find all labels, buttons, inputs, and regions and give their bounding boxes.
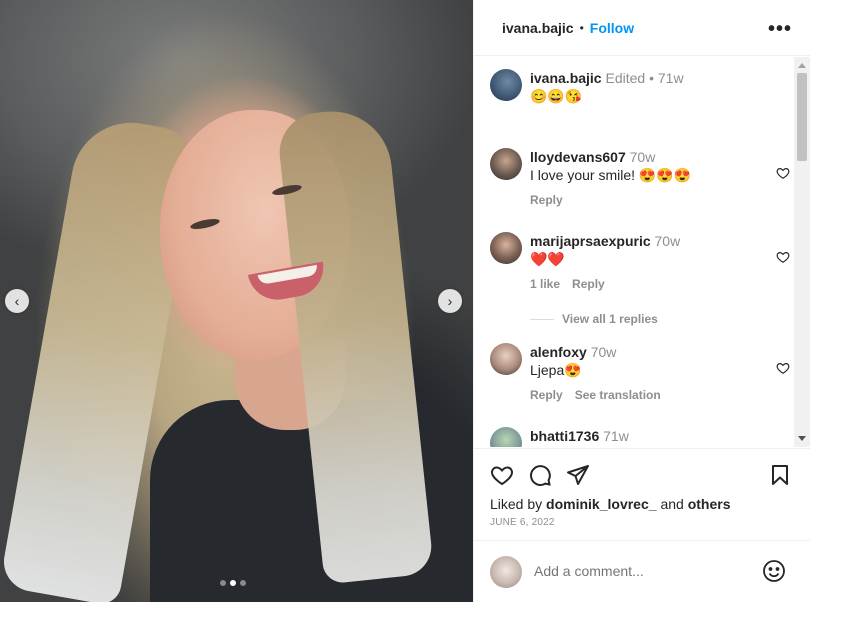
- post-date[interactable]: JUNE 6, 2022: [490, 517, 555, 528]
- comment-bubble-icon[interactable]: [528, 463, 552, 492]
- caption-body: ivana.bajic Edited • 71w 😊😄😘: [530, 69, 770, 105]
- liked-by-text: Liked by dominik_lovrec_ and others: [490, 496, 730, 512]
- liked-by-others[interactable]: others: [688, 496, 731, 512]
- edited-label: Edited: [605, 70, 646, 86]
- scroll-down-arrow-icon[interactable]: [798, 436, 806, 441]
- separator: •: [649, 70, 654, 86]
- caption-username[interactable]: ivana.bajic: [530, 70, 602, 86]
- reply-button[interactable]: Reply: [572, 277, 605, 291]
- action-icons: [490, 463, 590, 492]
- caption-text: 😊😄😘: [530, 88, 583, 104]
- like-heart-icon[interactable]: [490, 463, 514, 492]
- view-replies-button[interactable]: View all 1 replies: [530, 312, 658, 326]
- comment-actions: Reply See translation: [530, 388, 661, 402]
- next-photo-button[interactable]: ›: [438, 289, 462, 313]
- comment-body: alenfoxy 70w Ljepa😍: [530, 343, 770, 379]
- comment-time[interactable]: 70w: [591, 344, 617, 360]
- author-avatar[interactable]: [490, 69, 522, 101]
- comment-username[interactable]: bhatti1736: [530, 428, 599, 444]
- more-options-icon[interactable]: •••: [768, 18, 792, 41]
- follow-button[interactable]: Follow: [590, 20, 634, 36]
- carousel-dot-active: [230, 580, 236, 586]
- carousel-dot: [220, 580, 226, 586]
- save-bookmark-icon[interactable]: [768, 463, 792, 492]
- commenter-avatar[interactable]: [490, 343, 522, 375]
- post-header: ivana.bajic • Follow •••: [474, 0, 810, 56]
- viewer-avatar: [490, 556, 522, 588]
- add-comment-bar: [474, 540, 810, 602]
- liked-by-user[interactable]: dominik_lovrec_: [546, 496, 657, 512]
- view-replies-label: View all 1 replies: [562, 312, 658, 326]
- comments-list[interactable]: ivana.bajic Edited • 71w 😊😄😘 lloydevans6…: [474, 57, 794, 447]
- comment-body: marijaprsaexpuric 70w ❤️❤️: [530, 232, 770, 268]
- comment-body: lloydevans607 70w I love your smile! 😍😍😍: [530, 148, 770, 184]
- comment-actions: Reply: [530, 193, 563, 207]
- liked-by-prefix: Liked by: [490, 496, 543, 512]
- post-actions: Liked by dominik_lovrec_ and others JUNE…: [474, 448, 810, 538]
- add-comment-input[interactable]: [534, 563, 754, 579]
- comment-body: bhatti1736 71w: [530, 427, 770, 445]
- comment-likes[interactable]: 1 like: [530, 277, 560, 291]
- author-username[interactable]: ivana.bajic: [502, 20, 574, 36]
- comment-actions: 1 like Reply: [530, 277, 605, 291]
- comment-username[interactable]: marijaprsaexpuric: [530, 233, 651, 249]
- divider: [530, 318, 554, 320]
- comment-username[interactable]: lloydevans607: [530, 149, 626, 165]
- emoji-smile-icon[interactable]: [762, 559, 786, 583]
- caption-time[interactable]: 71w: [658, 70, 684, 86]
- see-translation-button[interactable]: See translation: [575, 388, 661, 402]
- carousel-indicator: [220, 580, 246, 586]
- scroll-up-arrow-icon[interactable]: [798, 63, 806, 68]
- commenter-avatar[interactable]: [490, 427, 522, 447]
- comment-time[interactable]: 70w: [630, 149, 656, 165]
- post-sidebar: ivana.bajic • Follow ••• ivana.bajic Edi…: [473, 0, 810, 602]
- like-comment-heart-icon[interactable]: [776, 166, 790, 184]
- share-paper-plane-icon[interactable]: [566, 463, 590, 492]
- reply-button[interactable]: Reply: [530, 388, 563, 402]
- comment-time[interactable]: 70w: [655, 233, 681, 249]
- comment-text: Ljepa😍: [530, 362, 582, 378]
- previous-photo-button[interactable]: ‹: [5, 289, 29, 313]
- comments-scrollbar[interactable]: [794, 57, 810, 447]
- comment-username[interactable]: alenfoxy: [530, 344, 587, 360]
- comment-time[interactable]: 71w: [603, 428, 629, 444]
- commenter-avatar[interactable]: [490, 232, 522, 264]
- like-comment-heart-icon[interactable]: [776, 361, 790, 379]
- post-modal: ‹ › ivana.bajic • Follow ••• ivana.bajic…: [0, 0, 810, 602]
- comment-text: ❤️❤️: [530, 251, 565, 267]
- like-comment-heart-icon[interactable]: [776, 250, 790, 268]
- liked-by-and: and: [660, 496, 684, 512]
- chevron-left-icon: ‹: [14, 293, 20, 309]
- chevron-right-icon: ›: [447, 293, 453, 309]
- post-photo[interactable]: ‹ ›: [0, 0, 473, 602]
- scrollbar-thumb[interactable]: [797, 73, 807, 161]
- comment-text: I love your smile! 😍😍😍: [530, 167, 692, 183]
- commenter-avatar[interactable]: [490, 148, 522, 180]
- separator: •: [579, 20, 584, 35]
- carousel-dot: [240, 580, 246, 586]
- reply-button[interactable]: Reply: [530, 193, 563, 207]
